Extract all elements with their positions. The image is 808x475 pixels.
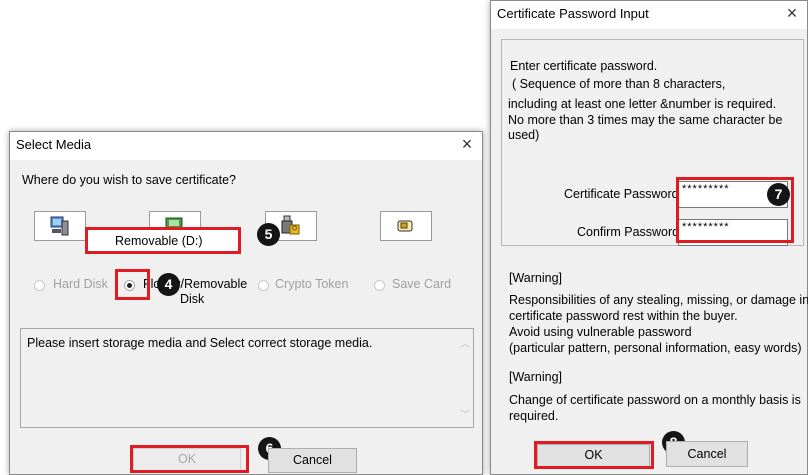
save-card-label[interactable]: Save Card [392,277,451,291]
step-badge-5: 5 [257,223,280,246]
tooltip-highlight [85,227,241,254]
intro-line-2: ( Sequence of more than 8 characters, [512,77,726,91]
ok-button-highlight [534,441,654,469]
hard-disk-media-button[interactable] [34,211,86,241]
cancel-button[interactable]: Cancel [268,448,357,473]
close-icon[interactable]: × [781,2,803,24]
select-media-dialog: Select Media × Where do you wish to save… [9,131,483,475]
floppy-radio-highlight [115,269,150,300]
floppy-removable-label-line2[interactable]: Disk [180,292,204,306]
message-text: Please insert storage media and Select c… [27,336,373,350]
cancel-button[interactable]: Cancel [666,441,748,467]
certificate-password-label: Certificate Password [564,187,679,201]
scroll-up-icon[interactable]: ︿ [460,335,470,350]
warning1-line-3: Avoid using vulnerable password [509,325,692,339]
ok-button-highlight [130,445,249,473]
warning-title-1: [Warning] [509,271,563,285]
step-badge-7: 7 [767,183,790,206]
warning-title-2: [Warning] [509,370,563,384]
cert-password-titlebar[interactable]: Certificate Password Input × [491,1,807,29]
hard-disk-label[interactable]: Hard Disk [53,277,108,291]
select-media-titlebar[interactable]: Select Media × [10,132,482,160]
warning2-line-2: required. [509,409,559,423]
message-area: Please insert storage media and Select c… [20,328,474,428]
select-media-title: Select Media [16,137,92,152]
close-icon[interactable]: × [456,133,478,155]
intro-line-1: Enter certificate password. [510,59,658,73]
confirm-password-label: Confirm Password [577,225,680,239]
certificate-password-dialog: Certificate Password Input × Enter certi… [490,0,808,475]
save-card-radio[interactable] [374,280,385,291]
warning1-line-4: (particular pattern, personal informatio… [509,341,802,355]
hard-disk-radio[interactable] [34,280,45,291]
token-icon [281,215,300,235]
crypto-token-label[interactable]: Crypto Token [275,277,348,291]
select-media-body: Where do you wish to save certificate? R… [10,160,482,474]
warning1-line-2: certificate password rest within the buy… [509,309,738,323]
warning1-line-1: Responsibilities of any stealing, missin… [509,293,808,307]
intro-line-3: including at least one letter &number is… [508,97,777,111]
cert-password-title: Certificate Password Input [497,6,649,21]
crypto-token-radio[interactable] [258,280,269,291]
save-question: Where do you wish to save certificate? [22,173,236,187]
scroll-down-icon[interactable]: ﹀ [460,406,470,421]
intro-line-4: No more than 3 times may the same charac… [508,113,783,127]
intro-line-5: used) [508,128,540,142]
smart-card-icon [397,220,413,232]
warning2-line-1: Change of certificate password on a mont… [509,393,801,407]
computer-icon [50,216,69,236]
save-card-media-button[interactable] [380,211,432,241]
cert-password-body: Enter certificate password. ( Sequence o… [491,29,808,474]
message-scrollbar[interactable]: ︿ ﹀ [457,329,473,427]
step-badge-4: 4 [157,273,180,296]
